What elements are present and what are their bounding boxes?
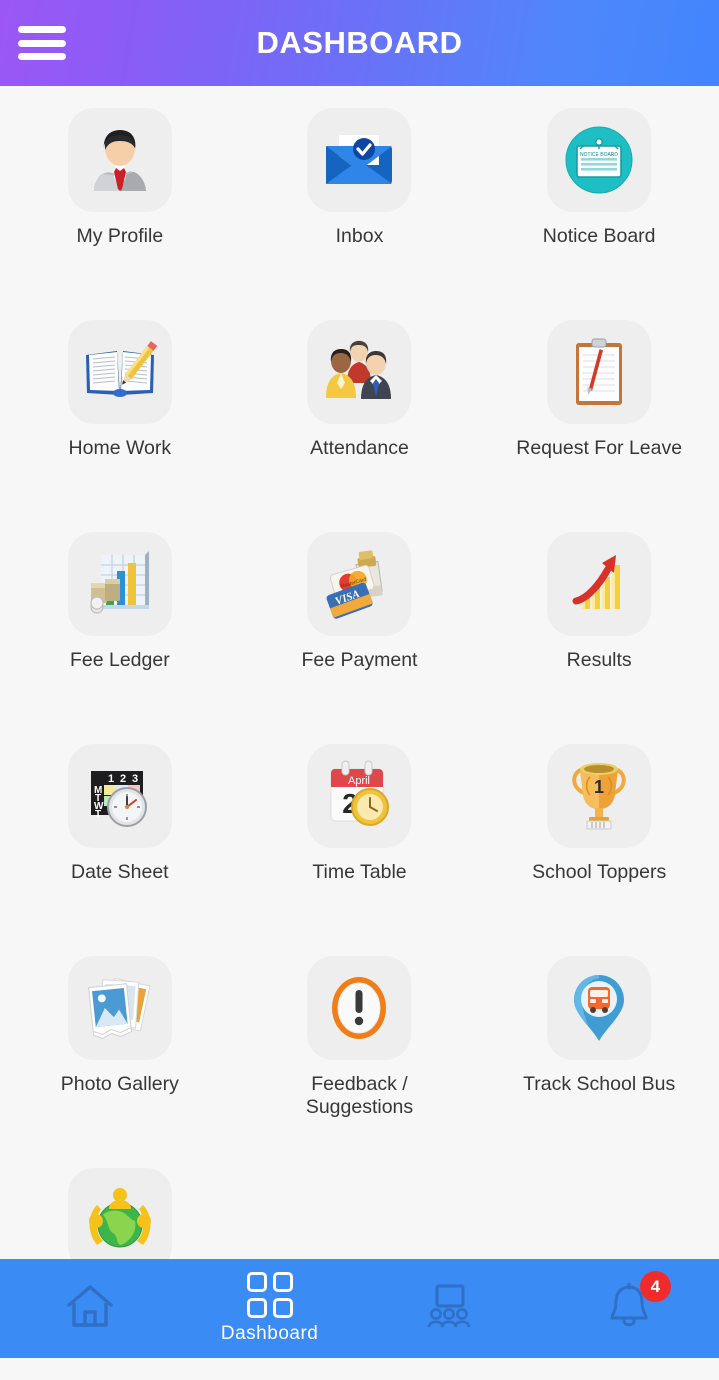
grid-item-photo-gallery[interactable]: Photo Gallery	[0, 956, 240, 1168]
tile-background	[307, 956, 412, 1060]
schedule-clock-icon: 1 2 3 M T W T	[90, 771, 147, 827]
tile-background	[547, 532, 652, 636]
tile-background: April 2	[307, 744, 412, 848]
grid-item-label: Fee Ledger	[69, 649, 170, 671]
tile-background: MasterCard VISA	[307, 532, 412, 636]
grid-item-time-table[interactable]: April 2 Time Table	[240, 744, 480, 956]
envelope-check-icon	[326, 135, 393, 184]
photo-stack-icon	[87, 977, 151, 1039]
people-group-icon	[326, 340, 392, 399]
tile-background	[67, 1168, 172, 1272]
notification-badge: 4	[639, 1271, 671, 1302]
grid-item-label: Fee Payment	[301, 649, 418, 671]
tile-background	[547, 956, 652, 1060]
dashboard-grid: My Profile Inbox NOTICE BOARD Notice Boa…	[0, 86, 719, 1272]
grid-item-my-profile[interactable]: My Profile	[0, 108, 240, 320]
tile-background	[67, 320, 172, 424]
tile-background	[307, 320, 412, 424]
grid-item-label: Time Table	[312, 861, 407, 883]
grid-item-label: Notice Board	[542, 225, 656, 247]
exclamation-circle-icon	[332, 977, 387, 1039]
grid-item-fee-ledger[interactable]: Fee Ledger	[0, 532, 240, 744]
grid-item-feedback-suggestions[interactable]: Feedback / Suggestions	[240, 956, 480, 1168]
grid-item-label: Track School Bus	[523, 1073, 676, 1095]
grid-item-label: Attendance	[310, 437, 409, 459]
tile-background: 1 2 3 M T W T	[67, 744, 172, 848]
tile-background	[67, 956, 172, 1060]
svg-text:1: 1	[594, 777, 604, 797]
svg-text:NOTICE BOARD: NOTICE BOARD	[580, 152, 618, 158]
grid-square	[272, 1272, 293, 1292]
tile-background	[547, 320, 652, 424]
bus-map-pin-icon	[574, 975, 625, 1041]
bar-chart-money-icon	[90, 551, 149, 614]
nav-item-notifications[interactable]: 4	[539, 1259, 719, 1358]
grid-item-track-school-bus[interactable]: Track School Bus	[479, 956, 719, 1168]
svg-text:3: 3	[132, 773, 138, 785]
svg-text:April: April	[348, 775, 370, 787]
grid-item-label: Date Sheet	[71, 861, 169, 883]
tile-background	[307, 108, 412, 212]
trophy-icon: 1	[572, 763, 626, 830]
grid-squares-icon	[246, 1272, 293, 1318]
svg-text:2: 2	[120, 773, 126, 785]
grid-square	[272, 1298, 293, 1318]
bottom-navigation-bar: Dashboard 4	[0, 1259, 719, 1358]
grid-item-label: Request For Leave	[516, 437, 683, 459]
grid-square	[246, 1298, 267, 1318]
page-title: DASHBOARD	[256, 25, 463, 60]
open-book-pencil-icon	[85, 341, 158, 397]
calendar-clock-icon: April 2	[330, 760, 390, 826]
credit-cards-icon: MasterCard VISA	[327, 550, 384, 619]
grid-item-home-work[interactable]: Home Work	[0, 320, 240, 532]
nav-item-home[interactable]	[0, 1259, 180, 1358]
user-profile-icon	[93, 130, 146, 191]
tile-background	[67, 108, 172, 212]
grid-item-results[interactable]: Results	[479, 532, 719, 744]
app-header: DASHBOARD	[0, 0, 719, 86]
grid-item-label: My Profile	[76, 225, 164, 247]
svg-text:T: T	[95, 809, 101, 820]
growth-chart-arrow-icon	[572, 555, 621, 609]
tile-background: 1	[547, 744, 652, 848]
grid-item-label: School Toppers	[532, 861, 667, 883]
classroom-icon	[428, 1284, 471, 1328]
grid-item-label: Inbox	[335, 225, 384, 247]
notice-board-clipboard-icon: NOTICE BOARD	[565, 126, 633, 194]
grid-square	[246, 1272, 267, 1292]
tile-background	[67, 532, 172, 636]
grid-item-label: Photo Gallery	[60, 1073, 179, 1095]
grid-item-notice-board[interactable]: NOTICE BOARD Notice Board	[479, 108, 719, 320]
grid-item-fee-payment[interactable]: MasterCard VISA Fee Payment	[240, 532, 480, 744]
grid-item-attendance[interactable]: Attendance	[240, 320, 480, 532]
home-icon	[67, 1285, 113, 1327]
grid-item-inbox[interactable]: Inbox	[240, 108, 480, 320]
grid-item-label: Home Work	[68, 437, 172, 459]
grid-item-label: Feedback / Suggestions	[305, 1073, 414, 1118]
nav-item-classroom[interactable]	[360, 1259, 540, 1358]
nav-item-label: Dashboard	[220, 1323, 319, 1344]
grid-item-school-toppers[interactable]: 1 School Toppers	[479, 744, 719, 956]
svg-text:1: 1	[108, 773, 114, 785]
grid-item-label: Results	[566, 649, 632, 671]
clipboard-pen-icon	[576, 338, 623, 405]
globe-community-icon	[88, 1188, 151, 1248]
nav-item-dashboard[interactable]: Dashboard	[180, 1259, 360, 1358]
grid-item-request-for-leave[interactable]: Request For Leave	[479, 320, 719, 532]
tile-background: NOTICE BOARD	[547, 108, 652, 212]
grid-item-date-sheet[interactable]: 1 2 3 M T W T Date Sheet	[0, 744, 240, 956]
